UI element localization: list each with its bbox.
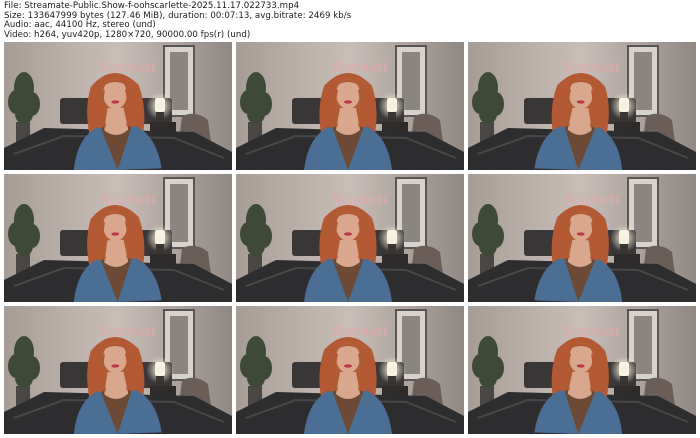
thumbnail-grid: Scarlett Scarlett Scarlett Scarlett Scar… [4, 42, 698, 434]
svg-text:Scarlett: Scarlett [564, 324, 621, 340]
video-thumbnail: Scarlett [236, 306, 464, 434]
video-thumbnail: Scarlett [468, 306, 696, 434]
svg-text:Scarlett: Scarlett [332, 324, 389, 340]
svg-text:Scarlett: Scarlett [332, 60, 389, 76]
svg-text:Scarlett: Scarlett [100, 60, 157, 76]
svg-text:Scarlett: Scarlett [332, 192, 389, 208]
video-thumbnail: Scarlett [236, 174, 464, 302]
svg-text:Scarlett: Scarlett [564, 60, 621, 76]
svg-text:Scarlett: Scarlett [564, 192, 621, 208]
video-thumbnail: Scarlett [4, 174, 232, 302]
video-thumbnail: Scarlett [4, 42, 232, 170]
svg-text:Scarlett: Scarlett [100, 324, 157, 340]
video-thumbnail: Scarlett [4, 306, 232, 434]
video-thumbnail: Scarlett [468, 42, 696, 170]
svg-text:Scarlett: Scarlett [100, 192, 157, 208]
video-thumbnail: Scarlett [236, 42, 464, 170]
video-info-line: Video: h264, yuv420p, 1280×720, 90000.00… [4, 29, 251, 40]
video-thumbnail: Scarlett [468, 174, 696, 302]
file-info-header: File: Streamate-Public.Show-f-oohscarlet… [4, 1, 694, 40]
